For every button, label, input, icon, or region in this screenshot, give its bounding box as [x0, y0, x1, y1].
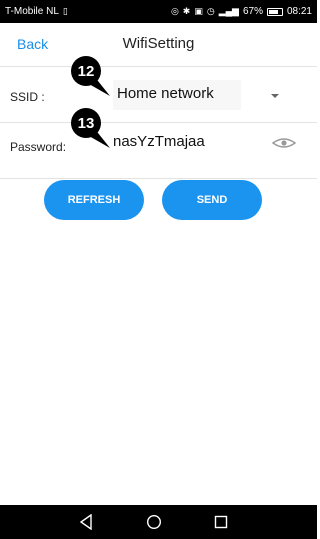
- status-right: ◎ ✱ ▣ ◷ ▂▄▆ 67% 08:21: [171, 6, 312, 17]
- signal-icon: ▂▄▆: [218, 6, 239, 16]
- system-nav-bar: [0, 505, 317, 539]
- bluetooth-icon: ✱: [182, 6, 191, 16]
- home-nav-icon[interactable]: [146, 514, 162, 530]
- page-title: WifiSetting: [122, 35, 195, 52]
- status-left: T-Mobile NL ▯: [5, 6, 68, 17]
- ssid-row: SSID : Home network: [0, 67, 317, 123]
- recents-nav-icon[interactable]: [214, 514, 228, 530]
- ssid-select[interactable]: Home network: [113, 80, 241, 110]
- password-label: Password:: [10, 140, 67, 154]
- chevron-down-icon[interactable]: [271, 94, 279, 98]
- alarm-icon: ◷: [206, 6, 215, 16]
- carrier-label: T-Mobile NL: [5, 6, 59, 17]
- nfc-icon: ◎: [170, 6, 179, 16]
- refresh-button[interactable]: REFRESH: [44, 180, 144, 220]
- battery-percent: 67%: [242, 6, 263, 17]
- clock: 08:21: [286, 6, 312, 17]
- app-header: Back WifiSetting: [0, 23, 317, 67]
- callout-badge-13: 13: [71, 108, 101, 138]
- sim-icon: ▯: [62, 6, 68, 16]
- vibrate-icon: ▣: [194, 6, 203, 16]
- password-row: Password:: [0, 123, 317, 179]
- send-button[interactable]: SEND: [162, 180, 262, 220]
- back-nav-icon[interactable]: [79, 514, 93, 530]
- status-bar: T-Mobile NL ▯ ◎ ✱ ▣ ◷ ▂▄▆ 67% 08:21: [0, 0, 317, 23]
- ssid-label: SSID :: [10, 90, 45, 104]
- password-input[interactable]: [113, 133, 263, 150]
- callout-badge-12: 12: [71, 56, 101, 86]
- eye-icon[interactable]: [272, 136, 296, 150]
- battery-icon: [266, 7, 283, 16]
